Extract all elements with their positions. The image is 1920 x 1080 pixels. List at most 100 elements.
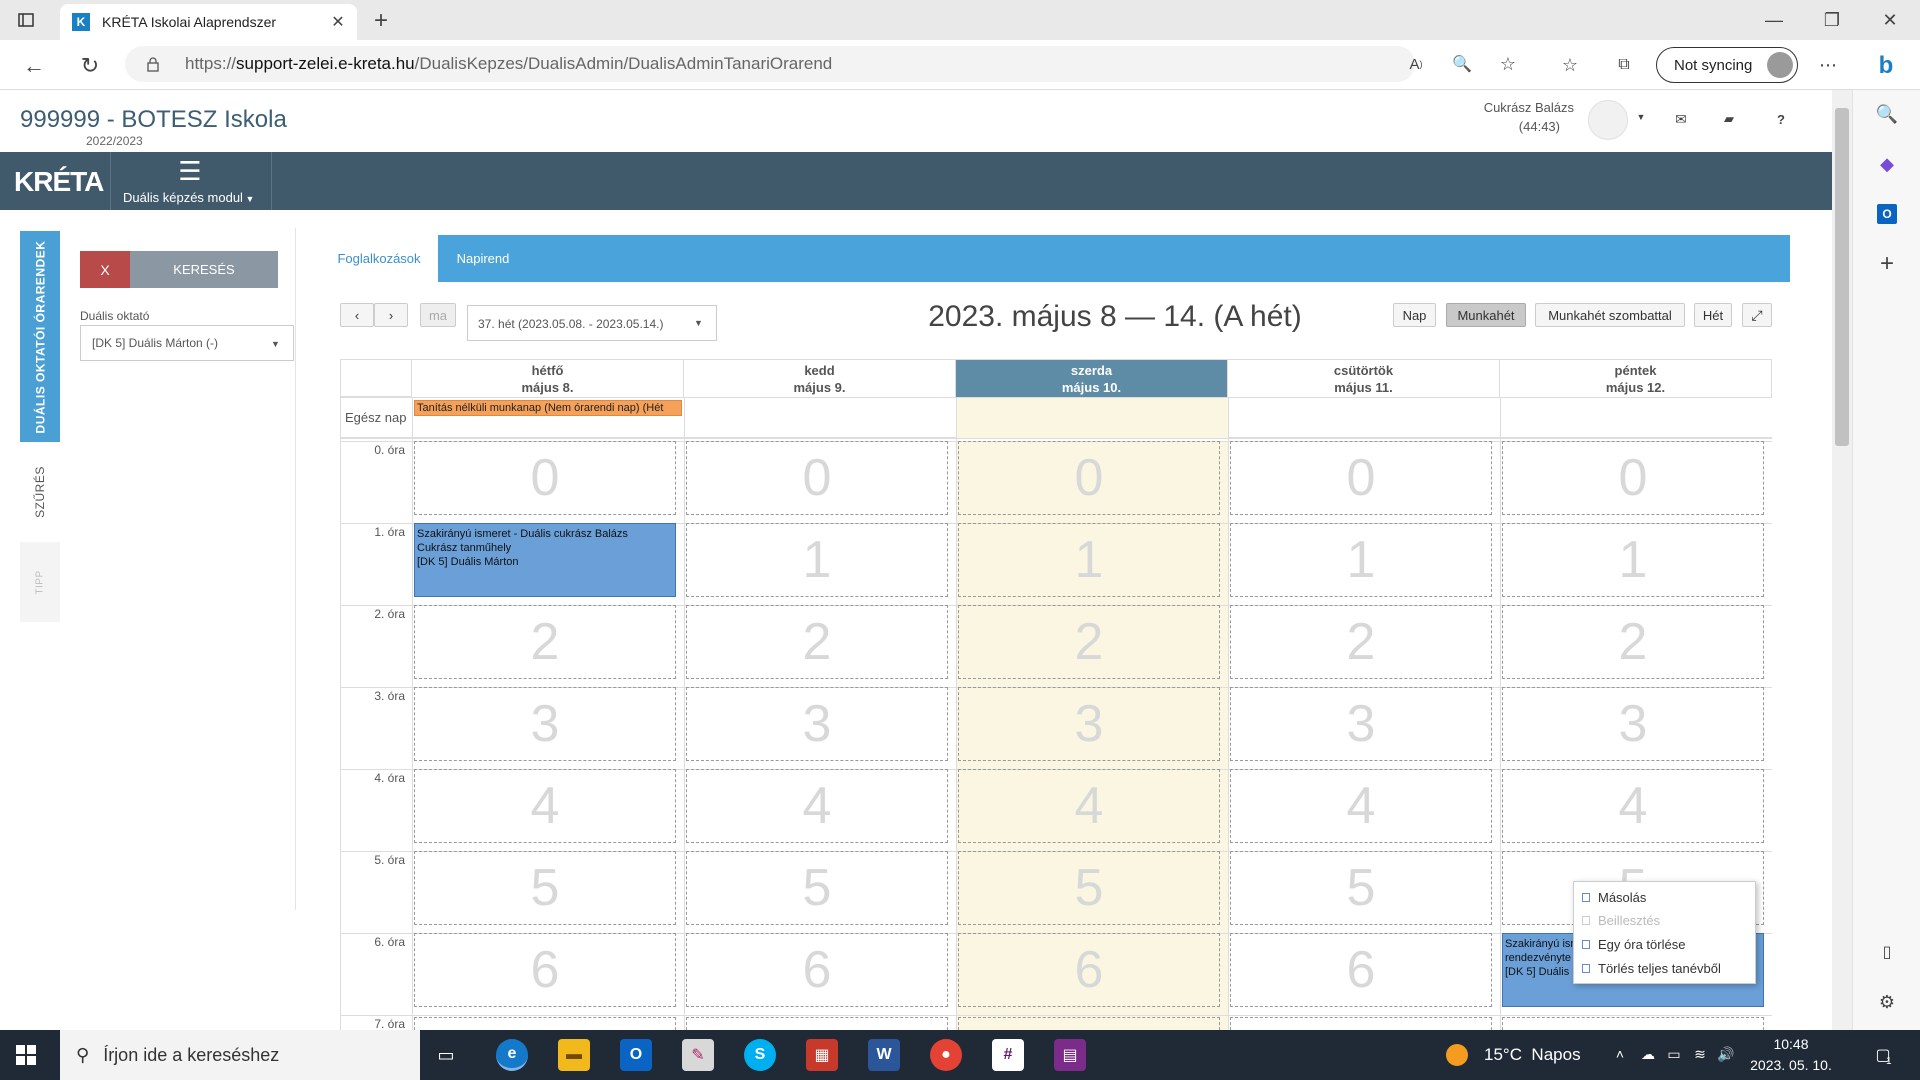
time-slot[interactable]: 3 <box>1502 687 1764 761</box>
time-slot[interactable]: 1 <box>686 523 948 597</box>
paint-icon[interactable]: ✎ <box>682 1039 714 1071</box>
instructor-select[interactable]: [DK 5] Duális Márton (-) ▼ <box>80 325 294 361</box>
chrome-icon[interactable]: ● <box>930 1039 962 1071</box>
time-slot[interactable]: 4 <box>1230 769 1492 843</box>
lesson-event-monday[interactable]: Szakirányú ismeret - Duális cukrász Balá… <box>414 523 676 597</box>
time-slot[interactable]: 4 <box>958 769 1220 843</box>
browser-tab-active[interactable]: K KRÉTA Iskolai Alaprendszer ✕ <box>60 4 357 40</box>
app-shield-icon[interactable]: ▦ <box>806 1039 838 1071</box>
time-slot[interactable]: 2 <box>1230 605 1492 679</box>
edge-taskbar-icon[interactable]: e <box>496 1039 528 1071</box>
page-scrollbar-thumb[interactable] <box>1835 108 1849 446</box>
sidebar-copilot-icon[interactable]: ◆ <box>1875 152 1899 176</box>
clock-time[interactable]: 10:48 <box>1740 1036 1842 1052</box>
help-icon[interactable]: ? <box>1770 108 1792 130</box>
time-slot[interactable]: 2 <box>686 605 948 679</box>
time-slot[interactable]: 5 <box>1230 851 1492 925</box>
side-tab-tip[interactable]: TIPP <box>20 542 60 622</box>
time-slot[interactable]: 3 <box>686 687 948 761</box>
user-avatar[interactable] <box>1588 100 1628 140</box>
time-slot[interactable]: 7 <box>1230 1017 1492 1030</box>
sidebar-outlook-icon[interactable]: O <box>1875 202 1899 226</box>
kreta-logo[interactable]: KRÉTA <box>14 166 104 198</box>
refresh-icon[interactable]: ↻ <box>76 52 104 80</box>
view-week-button[interactable]: Hét <box>1694 303 1732 327</box>
time-slot[interactable]: 0 <box>686 441 948 515</box>
next-week-button[interactable]: › <box>374 303 408 327</box>
favorites-icon[interactable]: ☆ <box>1558 53 1582 77</box>
word-icon[interactable]: W <box>868 1039 900 1071</box>
more-menu-icon[interactable]: ⋯ <box>1816 53 1840 77</box>
time-slot[interactable]: 3 <box>958 687 1220 761</box>
today-button[interactable]: ma <box>420 303 456 327</box>
time-slot[interactable]: 7 <box>414 1017 676 1030</box>
time-slot[interactable]: 2 <box>414 605 676 679</box>
time-slot[interactable]: 1 <box>1502 523 1764 597</box>
module-menu[interactable]: ☰ Duális képzés modul ▼ <box>110 152 272 210</box>
sync-button[interactable]: Not syncing <box>1656 47 1798 83</box>
time-slot[interactable]: 4 <box>1502 769 1764 843</box>
battery-icon[interactable]: ▭ <box>1664 1044 1684 1064</box>
time-slot[interactable]: 6 <box>958 933 1220 1007</box>
time-slot[interactable]: 0 <box>414 441 676 515</box>
tab-foglalkozasok[interactable]: Foglalkozások <box>320 235 438 282</box>
tab-napirend[interactable]: Napirend <box>438 235 528 282</box>
close-tab-icon[interactable]: ✕ <box>328 12 348 32</box>
url-bar[interactable]: https://support-zelei.e-kreta.hu/DualisK… <box>125 46 1516 82</box>
view-workweek-button[interactable]: Munkahét <box>1446 303 1526 327</box>
side-tab-main[interactable]: DUÁLIS OKTATÓI ÓRARENDEK <box>20 231 60 442</box>
skype-icon[interactable]: S <box>744 1039 776 1071</box>
collections-icon[interactable]: ⧉ <box>1612 53 1636 77</box>
sidebar-settings-icon[interactable]: ⚙ <box>1875 990 1899 1014</box>
menu-item-delete-year[interactable]: Törlés teljes tanévből <box>1582 961 1721 976</box>
time-slot[interactable]: 3 <box>414 687 676 761</box>
clock-date[interactable]: 2023. 05. 10. <box>1740 1057 1842 1073</box>
time-slot[interactable]: 7 <box>1502 1017 1764 1030</box>
view-workweek-saturday-button[interactable]: Munkahét szombattal <box>1535 303 1685 327</box>
side-tab-filter[interactable]: SZŰRÉS <box>20 452 60 532</box>
view-day-button[interactable]: Nap <box>1393 303 1436 327</box>
time-slot[interactable]: 6 <box>414 933 676 1007</box>
time-slot[interactable]: 2 <box>958 605 1220 679</box>
file-explorer-icon[interactable]: ▬ <box>558 1039 590 1071</box>
tab-actions-icon[interactable] <box>14 8 38 32</box>
bing-chat-icon[interactable]: b <box>1870 50 1902 82</box>
clear-filter-button[interactable]: X <box>80 251 130 288</box>
windows-start-icon[interactable] <box>14 1043 38 1067</box>
time-slot[interactable]: 0 <box>1230 441 1492 515</box>
notification-icon[interactable]: ▢ <box>1870 1042 1896 1068</box>
onedrive-icon[interactable]: ☁ <box>1638 1044 1658 1064</box>
task-view-icon[interactable]: ▭ <box>434 1043 458 1067</box>
time-slot[interactable]: 0 <box>1502 441 1764 515</box>
week-select[interactable]: 37. hét (2023.05.08. - 2023.05.14.) ▼ <box>467 305 717 341</box>
time-slot[interactable]: 1 <box>958 523 1220 597</box>
notes-icon[interactable]: ▰ <box>1718 108 1740 130</box>
add-favorite-icon[interactable]: ☆ <box>1497 53 1519 75</box>
close-window-icon[interactable]: ✕ <box>1878 8 1902 32</box>
zoom-icon[interactable]: 🔍 <box>1451 53 1473 75</box>
messages-icon[interactable]: ✉ <box>1670 108 1692 130</box>
volume-icon[interactable]: 🔊 <box>1716 1044 1736 1064</box>
weather-text[interactable]: 15°C Napos <box>1484 1045 1581 1065</box>
new-tab-icon[interactable]: + <box>368 7 394 34</box>
time-slot[interactable]: 7 <box>686 1017 948 1030</box>
time-slot[interactable]: 4 <box>414 769 676 843</box>
back-icon[interactable]: ← <box>20 52 48 80</box>
weather-sun-icon[interactable] <box>1446 1044 1468 1066</box>
minimize-icon[interactable]: — <box>1762 8 1786 32</box>
time-slot[interactable]: 5 <box>686 851 948 925</box>
fullscreen-button[interactable]: ⤢ <box>1742 303 1772 327</box>
time-slot[interactable]: 5 <box>958 851 1220 925</box>
time-slot[interactable]: 0 <box>958 441 1220 515</box>
allday-event[interactable]: Tanítás nélküli munkanap (Nem órarendi n… <box>414 400 682 416</box>
read-aloud-icon[interactable]: A) <box>1405 53 1427 75</box>
search-button[interactable]: KERESÉS <box>130 251 278 288</box>
prev-week-button[interactable]: ‹ <box>340 303 374 327</box>
sidebar-panel-icon[interactable]: ▯ <box>1875 940 1899 964</box>
user-menu-caret-icon[interactable]: ▼ <box>1634 110 1648 124</box>
outlook-taskbar-icon[interactable]: O <box>620 1039 652 1071</box>
time-slot[interactable]: 6 <box>686 933 948 1007</box>
sidebar-add-icon[interactable]: + <box>1875 250 1899 277</box>
time-slot[interactable]: 5 <box>414 851 676 925</box>
sidebar-search-icon[interactable]: 🔍 <box>1875 102 1899 126</box>
